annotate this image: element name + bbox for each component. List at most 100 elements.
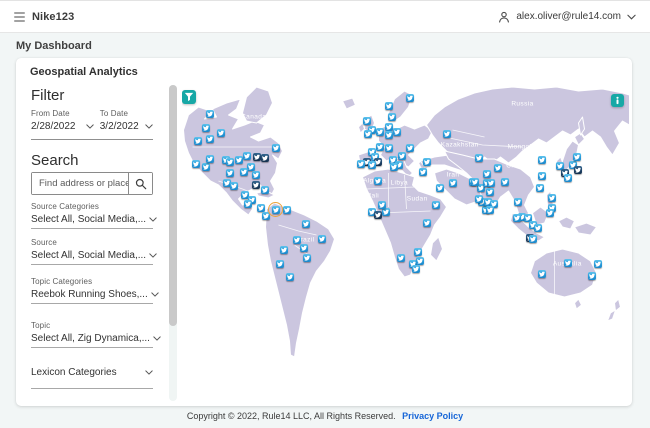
search-input[interactable] xyxy=(32,173,128,194)
tweet-map-marker[interactable] xyxy=(587,271,596,280)
tweet-map-marker[interactable] xyxy=(225,169,234,178)
tweet-map-marker[interactable] xyxy=(300,244,309,253)
tweet-map-marker[interactable] xyxy=(574,166,583,175)
tweet-map-marker[interactable] xyxy=(240,168,249,177)
tweet-map-marker[interactable] xyxy=(252,181,261,190)
tweet-map-marker[interactable] xyxy=(252,171,261,180)
tweet-map-marker[interactable] xyxy=(406,93,415,102)
tweet-map-marker[interactable] xyxy=(470,178,479,187)
tweet-map-marker[interactable] xyxy=(418,168,427,177)
tweet-map-marker[interactable] xyxy=(318,234,327,243)
tweet-map-marker[interactable] xyxy=(253,153,262,162)
tweet-map-marker[interactable] xyxy=(513,198,522,207)
tweet-map-marker[interactable] xyxy=(537,269,546,278)
tweet-map-marker[interactable] xyxy=(398,152,407,161)
tweet-map-marker[interactable] xyxy=(293,235,302,244)
tweet-map-marker[interactable] xyxy=(533,224,542,233)
tweet-map-marker[interactable] xyxy=(261,154,270,163)
tweet-map-marker[interactable] xyxy=(302,220,311,229)
map-info-button[interactable] xyxy=(611,94,624,107)
tweet-map-marker[interactable] xyxy=(548,194,557,203)
tweet-map-marker[interactable] xyxy=(384,123,393,132)
tweet-map-marker[interactable] xyxy=(422,219,431,228)
tweet-map-marker[interactable] xyxy=(272,144,281,153)
tweet-map-marker[interactable] xyxy=(482,170,491,179)
tweet-map-marker[interactable] xyxy=(572,153,581,162)
tweet-map-marker[interactable] xyxy=(229,182,238,191)
panel-scrollbar-thumb[interactable] xyxy=(169,85,177,326)
tweet-map-marker[interactable] xyxy=(385,144,394,153)
tweet-map-marker[interactable] xyxy=(493,164,502,173)
tweet-map-marker[interactable] xyxy=(378,201,387,210)
tweet-map-marker[interactable] xyxy=(206,110,215,119)
tweet-map-marker[interactable] xyxy=(357,160,366,169)
source-categories-select[interactable]: Source Categories Select All, Social Med… xyxy=(31,202,157,229)
tweet-map-marker[interactable] xyxy=(416,256,425,265)
tweet-map-marker[interactable] xyxy=(537,156,546,165)
tweet-map-marker[interactable] xyxy=(375,128,384,137)
tweet-map-marker[interactable] xyxy=(422,158,431,167)
tweet-map-marker[interactable] xyxy=(528,234,537,243)
tweet-map-marker[interactable] xyxy=(225,158,234,167)
tweet-map-marker[interactable] xyxy=(545,209,554,218)
search-button[interactable] xyxy=(128,173,152,194)
tweet-map-marker[interactable] xyxy=(500,178,509,187)
tweet-map-marker[interactable] xyxy=(593,259,602,268)
tweet-map-marker[interactable] xyxy=(413,248,422,257)
tweet-map-marker[interactable] xyxy=(563,174,572,183)
tweet-map-marker[interactable] xyxy=(368,161,377,170)
tweet-map-marker[interactable] xyxy=(412,264,421,273)
tweet-map-marker[interactable] xyxy=(206,135,215,144)
tweet-map-marker[interactable] xyxy=(194,137,203,146)
privacy-policy-link[interactable]: Privacy Policy xyxy=(402,411,463,421)
tweet-map-marker[interactable] xyxy=(392,128,401,137)
tweet-map-marker[interactable] xyxy=(475,154,484,163)
hamburger-menu-icon[interactable] xyxy=(14,11,25,22)
tweet-map-marker[interactable] xyxy=(442,130,451,139)
tweet-map-marker[interactable] xyxy=(374,210,383,219)
tweet-map-marker[interactable] xyxy=(485,188,494,197)
tweet-map-marker[interactable] xyxy=(396,253,405,262)
tweet-map-marker[interactable] xyxy=(364,130,373,139)
tweet-map-marker[interactable] xyxy=(286,273,295,282)
tweet-map-marker[interactable] xyxy=(537,172,546,181)
tweet-map-marker[interactable] xyxy=(390,163,399,172)
tweet-map-marker[interactable] xyxy=(202,124,211,133)
tweet-map-marker[interactable] xyxy=(268,201,284,217)
to-date-select[interactable]: To Date 3/2/2022 xyxy=(100,109,153,132)
tweet-map-marker[interactable] xyxy=(202,163,211,172)
topic-categories-select[interactable]: Topic Categories Reebok Running Shoes,..… xyxy=(31,277,159,304)
tweet-map-marker[interactable] xyxy=(405,144,414,153)
user-menu[interactable]: alex.oliver@rule14.com xyxy=(498,11,636,23)
tweet-map-marker[interactable] xyxy=(303,254,312,263)
tweet-map-marker[interactable] xyxy=(191,160,200,169)
tweet-map-marker[interactable] xyxy=(242,152,251,161)
lexicon-categories-select[interactable]: Lexicon Categories xyxy=(31,366,153,389)
tweet-map-marker[interactable] xyxy=(563,258,572,267)
tweet-map-marker[interactable] xyxy=(512,214,521,223)
from-date-select[interactable]: From Date 2/28/2022 xyxy=(31,109,94,132)
tweet-map-marker[interactable] xyxy=(387,113,396,122)
tweet-map-marker[interactable] xyxy=(276,259,285,268)
tweet-map-marker[interactable] xyxy=(435,184,444,193)
source-select[interactable]: Source Select All, Social Media,... xyxy=(31,238,157,265)
tweet-map-marker[interactable] xyxy=(374,177,383,186)
tweet-map-marker[interactable] xyxy=(384,102,393,111)
breadcrumb-label[interactable]: My Dashboard xyxy=(16,40,92,52)
tweet-map-marker[interactable] xyxy=(448,179,457,188)
tweet-map-marker[interactable] xyxy=(375,143,384,152)
tweet-map-marker[interactable] xyxy=(261,186,270,195)
topic-select[interactable]: Topic Select All, Zig Dynamica,... xyxy=(31,321,161,348)
tweet-map-marker[interactable] xyxy=(535,184,544,193)
tweet-map-marker[interactable] xyxy=(474,195,483,204)
tweet-map-marker[interactable] xyxy=(431,201,440,210)
tweet-map-marker[interactable] xyxy=(283,206,292,215)
tweet-map-marker[interactable] xyxy=(206,155,215,164)
map-filter-button[interactable] xyxy=(182,90,196,104)
geospatial-map[interactable]: CanadaRussiaKazakhstanMongoliaChinaIranA… xyxy=(182,85,630,401)
tweet-map-marker[interactable] xyxy=(485,206,494,215)
tweet-map-marker[interactable] xyxy=(362,117,371,126)
tweet-map-marker[interactable] xyxy=(382,208,391,217)
tweet-map-marker[interactable] xyxy=(216,129,225,138)
tweet-map-marker[interactable] xyxy=(486,179,495,188)
